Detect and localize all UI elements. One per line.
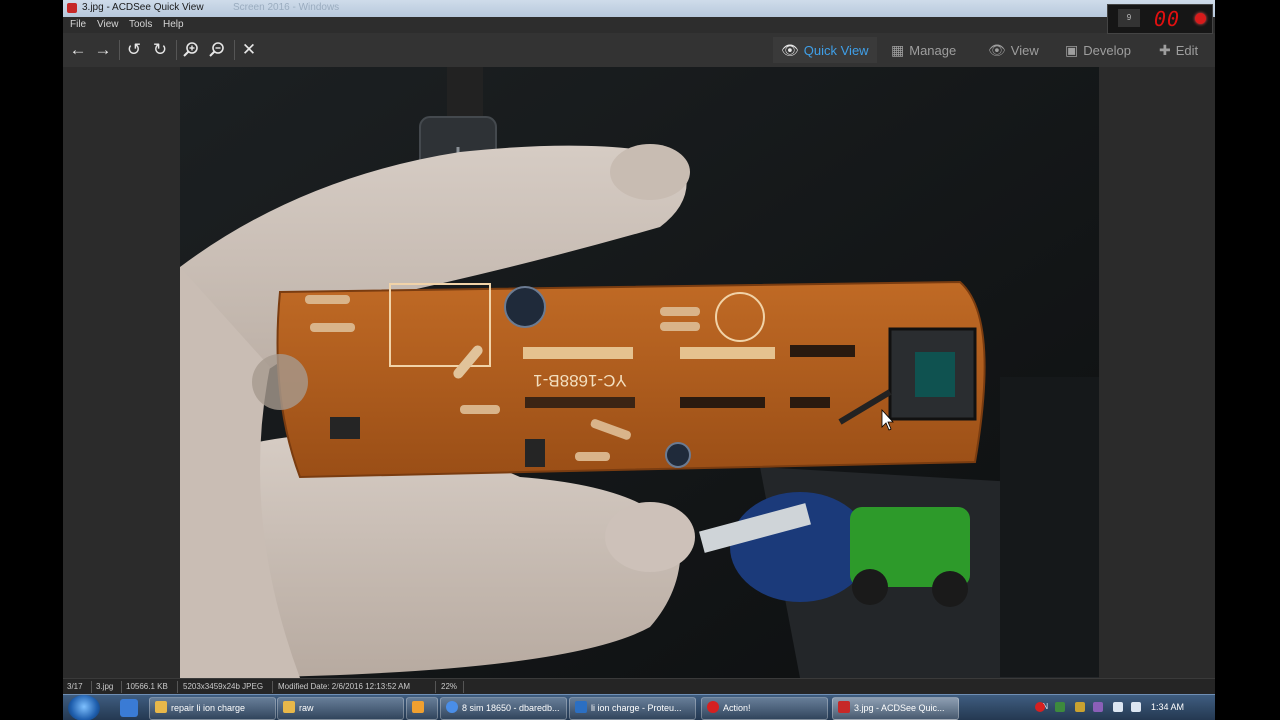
task-folder-raw[interactable]: raw <box>277 697 404 720</box>
menu-file[interactable]: File <box>70 19 86 30</box>
task-folder-repair[interactable]: repair li ion charge <box>149 697 276 720</box>
task-label: li ion charge - Proteu... <box>591 703 682 713</box>
status-divider <box>272 681 273 693</box>
task-label: raw <box>299 703 314 713</box>
folder-icon <box>283 701 295 713</box>
acdsee-window: 3.jpg - ACDSee Quick View Screen 2016 - … <box>63 0 1215 720</box>
mode-manage[interactable]: ▦ Manage <box>891 37 956 63</box>
proteus-icon <box>575 701 587 713</box>
task-proteus[interactable]: li ion charge - Proteu... <box>569 697 696 720</box>
windows-taskbar: repair li ion charge raw 8 sim 18650 - d… <box>63 694 1215 720</box>
volume-icon[interactable] <box>1131 702 1141 712</box>
clock[interactable]: 1:34 AM <box>1151 702 1184 712</box>
status-modified: Modified Date: 2/6/2016 12:13:52 AM <box>278 682 411 691</box>
status-bar: 3/17 3.jpg 10566.1 KB 5203x3459x24b JPEG… <box>63 678 1215 695</box>
rotate-left-icon[interactable]: ↺ <box>121 37 147 63</box>
grid-icon: ▦ <box>891 42 905 58</box>
task-chrome[interactable]: 8 sim 18650 - dbaredb... <box>440 697 567 720</box>
task-label: 8 sim 18650 - dbaredb... <box>462 703 560 713</box>
background-window-title: Screen 2016 - Windows <box>233 2 340 13</box>
task-label: 3.jpg - ACDSee Quic... <box>854 703 945 713</box>
mode-manage-label: Manage <box>909 43 957 58</box>
toolbar-divider <box>176 40 177 60</box>
toolbar: ← → ↺ ↻ ✕ 👁 Quick View ▦ Manage 👁 View ▣ Dev… <box>63 33 1215 68</box>
zoom-out-icon[interactable] <box>204 37 230 63</box>
tray-app-icon[interactable] <box>1093 702 1103 712</box>
menu-help[interactable]: Help <box>163 19 184 30</box>
eye-icon: 👁 <box>988 42 1006 58</box>
menu-view[interactable]: View <box>97 19 119 30</box>
recorder-overlay: 9 00 <box>1107 4 1213 34</box>
network-icon[interactable] <box>1113 702 1123 712</box>
action-record-icon <box>707 701 719 713</box>
pcb-label: YC-1688B-1 <box>533 371 627 390</box>
tray-app-icon[interactable] <box>1055 702 1065 712</box>
media-player-icon <box>412 701 424 713</box>
close-icon[interactable]: ✕ <box>236 37 262 63</box>
chrome-icon <box>446 701 458 713</box>
recorder-digits: 00 <box>1154 7 1181 31</box>
record-icon[interactable] <box>1195 13 1206 24</box>
mode-view-label: View <box>1010 43 1039 58</box>
status-index: 3/17 <box>67 682 83 691</box>
menu-bar: File View Tools Help <box>63 17 1215 33</box>
status-dimensions: 5203x3459x24b JPEG <box>183 682 264 691</box>
tray-app-icon[interactable] <box>1075 702 1085 712</box>
acdsee-icon <box>838 701 850 713</box>
title-bar: 3.jpg - ACDSee Quick View Screen 2016 - … <box>63 0 1215 18</box>
status-divider <box>91 681 92 693</box>
tray-record-icon[interactable] <box>1035 702 1045 712</box>
mode-develop[interactable]: ▣ Develop <box>1065 37 1131 63</box>
image-icon: ▣ <box>1065 42 1079 58</box>
image-viewer[interactable]: YC-1688B-1 <box>63 67 1215 678</box>
eye-icon: 👁 <box>781 42 799 58</box>
mode-view[interactable]: 👁 View <box>988 37 1039 63</box>
start-button[interactable] <box>68 695 100 720</box>
task-label: Action! <box>723 703 751 713</box>
task-media-player[interactable] <box>406 697 438 720</box>
menu-tools[interactable]: Tools <box>129 19 152 30</box>
status-filesize: 10566.1 KB <box>126 682 168 691</box>
ie-icon[interactable] <box>120 699 138 717</box>
toolbar-divider <box>119 40 120 60</box>
mode-develop-label: Develop <box>1083 43 1131 58</box>
acdsee-app-icon <box>67 3 77 13</box>
status-zoom: 22% <box>441 682 458 691</box>
mode-edit[interactable]: ✚ Edit <box>1159 37 1198 63</box>
recorder-counter: 9 <box>1118 9 1140 27</box>
wrench-icon: ✚ <box>1159 42 1171 58</box>
status-filename: 3.jpg <box>96 682 114 691</box>
status-divider <box>435 681 436 693</box>
folder-icon <box>155 701 167 713</box>
zoom-in-icon[interactable] <box>178 37 204 63</box>
toolbar-divider <box>234 40 235 60</box>
photo-pcb-charger: YC-1688B-1 <box>180 67 1099 678</box>
forward-icon[interactable]: → <box>90 37 116 63</box>
task-action[interactable]: Action! <box>701 697 828 720</box>
back-icon[interactable]: ← <box>65 37 91 63</box>
status-divider <box>121 681 122 693</box>
task-label: repair li ion charge <box>171 703 246 713</box>
mode-edit-label: Edit <box>1175 43 1199 58</box>
rotate-right-icon[interactable]: ↻ <box>147 37 173 63</box>
mode-quick-view[interactable]: 👁 Quick View <box>773 37 877 63</box>
mode-quick-view-label: Quick View <box>803 43 869 58</box>
window-title: 3.jpg - ACDSee Quick View <box>82 2 204 13</box>
status-divider <box>177 681 178 693</box>
task-acdsee[interactable]: 3.jpg - ACDSee Quic... <box>832 697 959 720</box>
status-divider <box>463 681 464 693</box>
